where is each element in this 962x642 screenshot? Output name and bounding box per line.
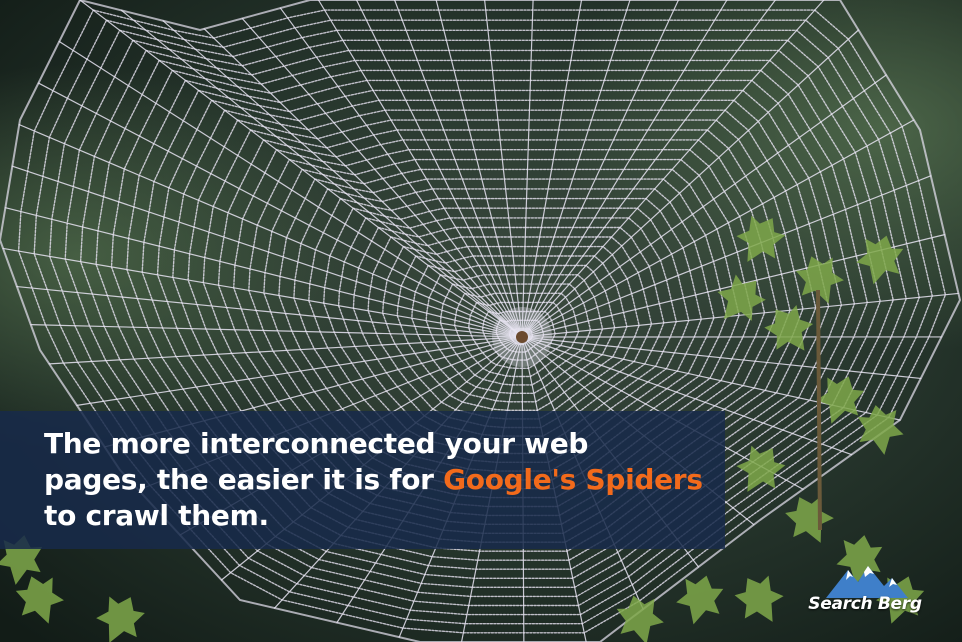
spider <box>516 331 528 343</box>
caption-line-2: pages, the easier it is for <box>44 463 444 496</box>
caption-highlight: Google's Spiders <box>443 463 703 496</box>
search-berg-logo: Search Berg <box>798 560 932 622</box>
caption-line-1: The more interconnected your web <box>44 427 589 460</box>
caption-text: The more interconnected your web pages, … <box>44 426 714 534</box>
caption-line-3: to crawl them. <box>44 499 269 532</box>
logo-text: Search Berg <box>808 594 922 614</box>
